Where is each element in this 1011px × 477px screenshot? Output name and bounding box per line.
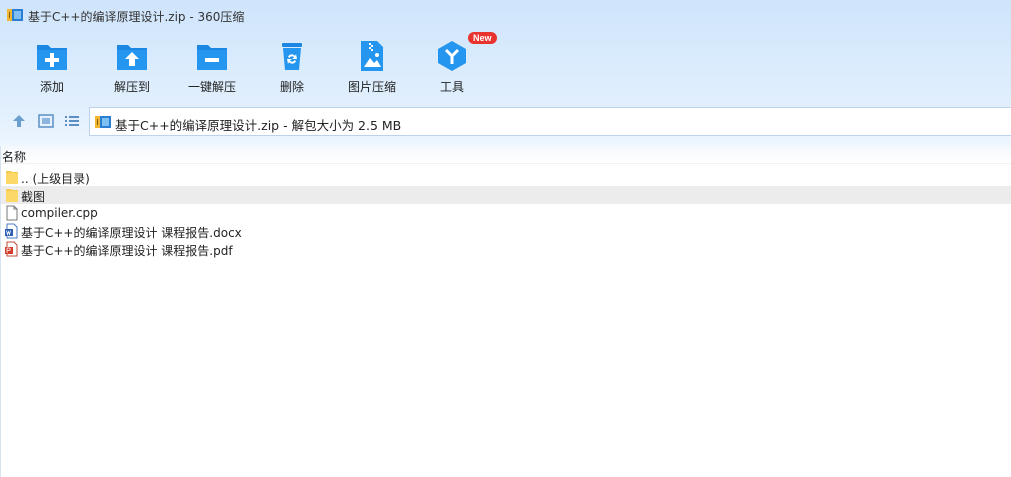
word-doc-icon <box>5 223 18 239</box>
add-button[interactable]: 添加 <box>12 36 92 98</box>
folder-icon <box>6 189 18 202</box>
zip-archive-icon <box>7 9 23 21</box>
add-label: 添加 <box>39 80 64 94</box>
one-click-extract-label: 一键解压 <box>187 80 236 94</box>
column-name-label: 名称 <box>2 150 27 164</box>
folder-icon <box>6 171 18 184</box>
path-bar[interactable]: 基于C++的编译原理设计.zip - 解包大小为 2.5 MB <box>89 107 1011 136</box>
file-list: 名称 .. (上级目录) 截图 compiler.cpp 基于C++的编译原理设… <box>0 146 1011 477</box>
image-compress-icon <box>361 41 383 71</box>
extract-to-icon <box>117 45 147 70</box>
image-compress-label: 图片压缩 <box>347 80 396 94</box>
toolbar: 添加 解压到 一键解压 删除 图片压缩 New 工具 <box>0 32 1011 98</box>
column-header-name[interactable]: 名称 <box>1 146 1011 164</box>
list-view-icon[interactable] <box>63 112 81 130</box>
extract-to-button[interactable]: 解压到 <box>92 36 172 98</box>
delete-button[interactable]: 删除 <box>252 36 332 98</box>
app-window: 基于C++的编译原理设计.zip - 360压缩 添加 解压到 一键解压 删除 … <box>0 0 1011 477</box>
tools-label: 工具 <box>439 80 464 94</box>
extract-to-label: 解压到 <box>113 80 150 94</box>
list-item-name: 截图 <box>21 190 46 204</box>
add-folder-icon <box>37 45 67 70</box>
navigation-bar: 基于C++的编译原理设计.zip - 解包大小为 2.5 MB <box>0 106 1011 136</box>
tools-icon <box>438 41 466 71</box>
list-item-name: 基于C++的编译原理设计 课程报告.docx <box>21 226 242 240</box>
path-text: 基于C++的编译原理设计.zip - 解包大小为 2.5 MB <box>115 118 402 133</box>
one-click-extract-button[interactable]: 一键解压 <box>172 36 252 98</box>
trash-icon <box>282 43 302 70</box>
file-icon <box>6 205 18 221</box>
new-badge: New <box>468 32 497 44</box>
header-area: 基于C++的编译原理设计.zip - 360压缩 添加 解压到 一键解压 删除 … <box>0 0 1011 146</box>
window-title: 基于C++的编译原理设计.zip - 360压缩 <box>28 10 245 24</box>
list-item-screenshots[interactable]: 截图 <box>1 186 1011 204</box>
title-bar: 基于C++的编译原理设计.zip - 360压缩 <box>0 0 1011 30</box>
list-item-name: 基于C++的编译原理设计 课程报告.pdf <box>21 244 233 258</box>
list-item-parent-dir[interactable]: .. (上级目录) <box>1 168 1011 186</box>
list-item-name: compiler.cpp <box>21 206 98 220</box>
up-arrow-icon[interactable] <box>10 112 28 130</box>
pdf-icon <box>5 241 18 257</box>
tools-button[interactable]: New 工具 <box>412 32 497 98</box>
one-click-extract-icon <box>197 45 227 70</box>
list-item-name: .. (上级目录) <box>21 172 90 186</box>
list-item-report-pdf[interactable]: 基于C++的编译原理设计 课程报告.pdf <box>1 240 1011 258</box>
image-compress-button[interactable]: 图片压缩 <box>332 36 412 98</box>
list-item-compiler-cpp[interactable]: compiler.cpp <box>1 204 1011 222</box>
delete-label: 删除 <box>279 80 304 94</box>
thumbnail-view-icon[interactable] <box>37 112 55 130</box>
zip-archive-icon <box>95 116 111 128</box>
list-item-report-docx[interactable]: 基于C++的编译原理设计 课程报告.docx <box>1 222 1011 240</box>
